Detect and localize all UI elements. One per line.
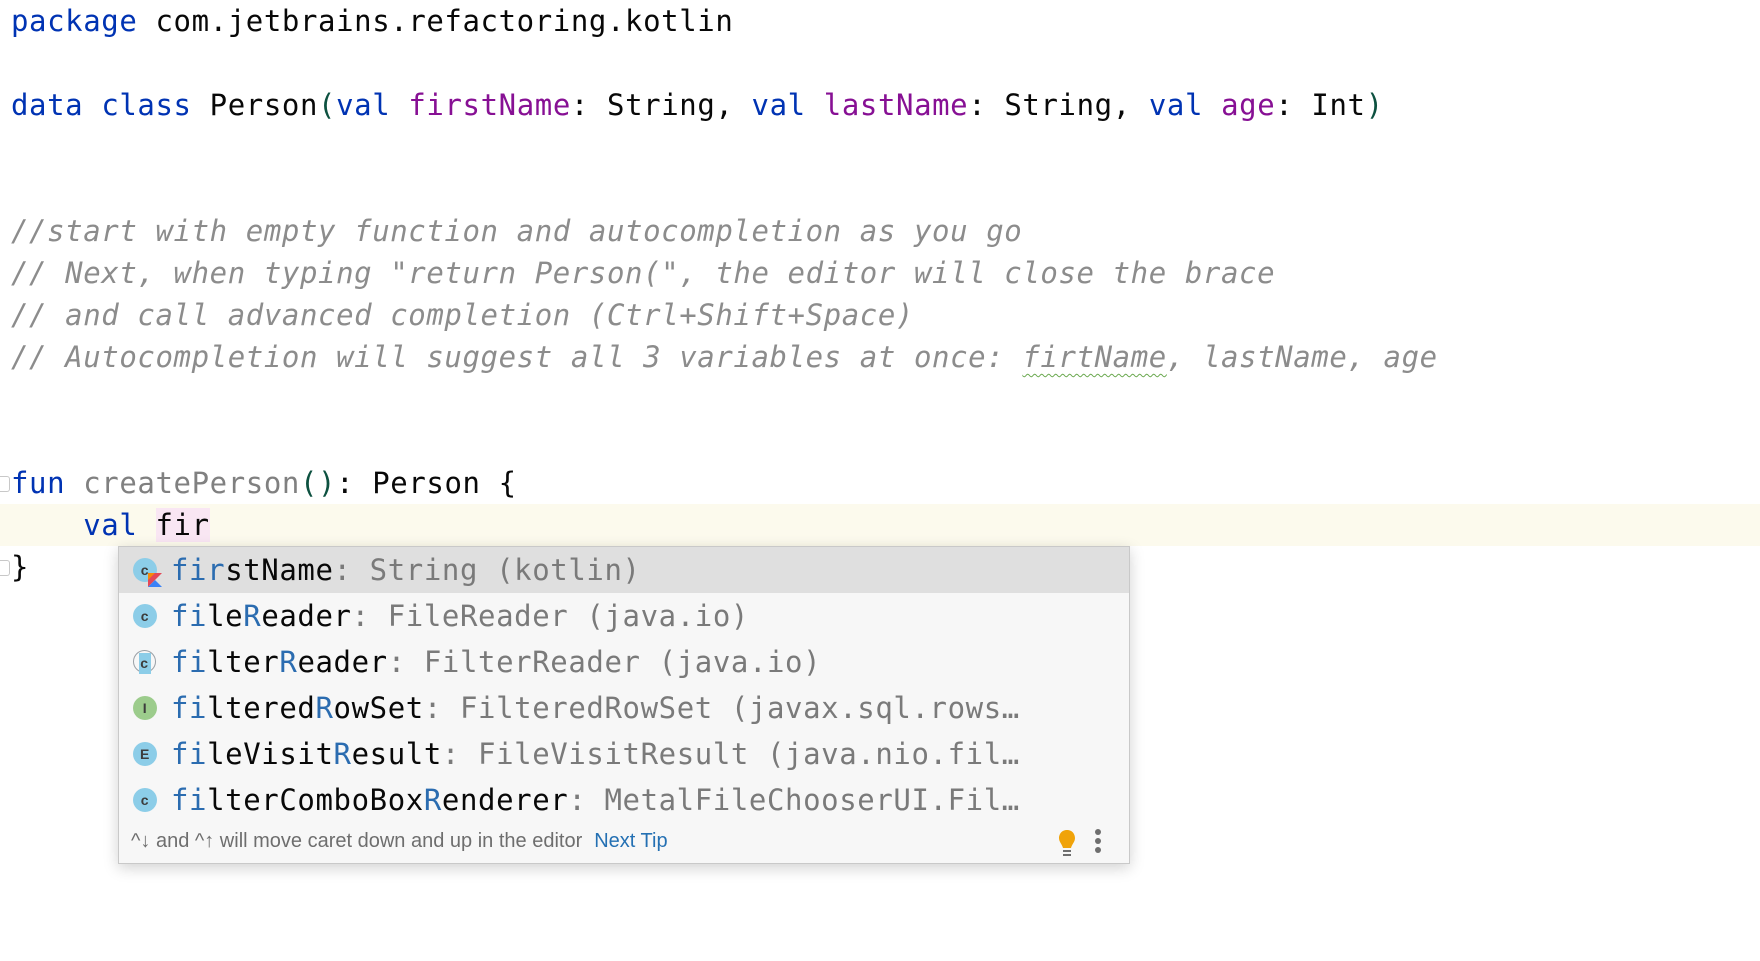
item-type: : MetalFileChooserUI.Fil…: [568, 783, 1020, 817]
match-text: fi: [171, 691, 208, 725]
item-name: eader: [297, 645, 388, 679]
abstract-class-icon: c: [133, 650, 156, 674]
property-name: age: [1221, 88, 1276, 122]
item-name: ltered: [207, 691, 316, 725]
item-type: : FileVisitResult (java.nio.fil…: [441, 737, 1020, 771]
match-text: fi: [171, 737, 208, 771]
code-comment: // Autocompletion will suggest all 3 var…: [11, 336, 1438, 378]
match-text: fi: [171, 645, 208, 679]
lightbulb-icon[interactable]: [1057, 829, 1077, 857]
completion-item[interactable]: c fileReader: FileReader (java.io): [119, 593, 1129, 639]
code-line-fun: fun createPerson(): Person {: [11, 462, 517, 504]
code-line-close-brace: }: [11, 550, 30, 584]
item-type: : FilterReader (java.io): [387, 645, 822, 679]
paren: ): [1365, 88, 1384, 122]
code-comment: //start with empty function and autocomp…: [11, 214, 1023, 248]
more-vertical-icon[interactable]: [1093, 829, 1103, 855]
item-name: owSet: [333, 691, 424, 725]
type-annotation: : String,: [570, 88, 752, 122]
item-name: lterComboBox: [207, 783, 424, 817]
paren: (): [299, 466, 337, 500]
class-icon: c: [133, 788, 157, 812]
keyword: package: [11, 4, 138, 38]
match-text: fi: [171, 783, 208, 817]
item-name: enderer: [441, 783, 569, 817]
completion-item[interactable]: c filterComboBoxRenderer: MetalFileChoos…: [119, 777, 1129, 823]
match-text: fir: [171, 553, 226, 587]
keyword: fun: [11, 466, 66, 500]
keyword: val: [83, 508, 138, 542]
keyword: val: [751, 88, 806, 122]
match-text: R: [279, 645, 298, 679]
completion-popup[interactable]: c firstName: String (kotlin) c fileReade…: [118, 546, 1130, 864]
match-text: R: [333, 737, 352, 771]
match-text: R: [243, 599, 262, 633]
property-name: firstName: [408, 88, 571, 122]
code-line-package: package com.jetbrains.refactoring.kotlin: [11, 0, 733, 42]
caret-line-highlight: [0, 504, 1760, 546]
class-icon: c: [133, 604, 157, 628]
item-name: le: [207, 599, 244, 633]
property-name: lastName: [823, 88, 969, 122]
keyword: class: [101, 88, 192, 122]
item-type: : String (kotlin): [333, 553, 641, 587]
kotlin-badge-icon: [148, 573, 162, 587]
tip-text: ^↓ and ^↑ will move caret down and up in…: [131, 830, 583, 852]
keyword: val: [336, 88, 391, 122]
function-name: createPerson: [83, 466, 300, 500]
code-line-data-class: data class Person(val firstName: String,…: [11, 84, 1384, 126]
keyword: data: [11, 88, 84, 122]
typed-prefix: fir: [155, 508, 210, 542]
type-annotation: : String,: [968, 88, 1149, 122]
next-tip-link[interactable]: Next Tip: [594, 830, 667, 852]
return-type: : Person {: [336, 466, 517, 500]
class-name: Person: [191, 88, 319, 122]
completion-item[interactable]: E fileVisitResult: FileVisitResult (java…: [119, 731, 1129, 777]
fold-marker-icon[interactable]: [0, 476, 10, 492]
item-name: esult: [351, 737, 442, 771]
code-comment: // Next, when typing "return Person(", t…: [11, 256, 1276, 290]
paren: (: [318, 88, 337, 122]
match-text: R: [423, 783, 442, 817]
completion-item[interactable]: c filterReader: FilterReader (java.io): [119, 639, 1129, 685]
code-comment: // and call advanced completion (Ctrl+Sh…: [11, 298, 914, 332]
item-name: lter: [207, 645, 280, 679]
item-name: stName: [225, 553, 334, 587]
keyword: val: [1148, 88, 1204, 122]
match-text: R: [315, 691, 334, 725]
enum-icon: E: [133, 742, 157, 766]
completion-item[interactable]: c firstName: String (kotlin): [119, 547, 1129, 593]
comment-text: , lastName, age: [1166, 340, 1438, 374]
code-line-val[interactable]: val fir: [11, 504, 210, 546]
type-annotation: : Int: [1275, 88, 1366, 122]
completion-item[interactable]: I filteredRowSet: FilteredRowSet (javax.…: [119, 685, 1129, 731]
item-type: : FileReader (java.io): [351, 599, 749, 633]
item-name: leVisit: [207, 737, 334, 771]
item-name: eader: [261, 599, 352, 633]
completion-footer: ^↓ and ^↑ will move caret down and up in…: [119, 819, 1129, 863]
item-type: : FilteredRowSet (javax.sql.rows…: [423, 691, 1020, 725]
fold-end-marker-icon[interactable]: [0, 560, 10, 576]
spelling-typo[interactable]: firtName: [1022, 340, 1166, 374]
kotlin-property-icon: c: [133, 558, 162, 587]
match-text: fi: [171, 599, 208, 633]
package-name: com.jetbrains.refactoring.kotlin: [137, 4, 734, 38]
comment-text: // Autocompletion will suggest all 3 var…: [11, 340, 1023, 374]
interface-icon: I: [133, 696, 157, 720]
